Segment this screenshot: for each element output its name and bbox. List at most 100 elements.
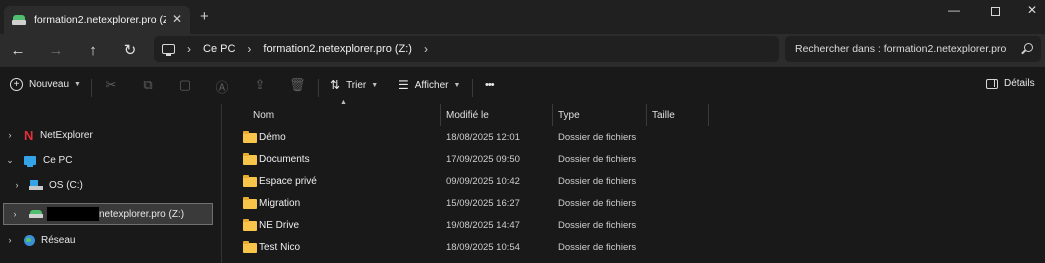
chevron-down-icon[interactable]: ⌄: [4, 155, 16, 166]
file-type: Dossier de fichiers: [558, 132, 637, 143]
details-pane-icon: [986, 78, 998, 89]
sidebar-item-ce-pc[interactable]: ⌄ Ce PC: [0, 149, 222, 171]
list-item[interactable]: NE Drive 19/08/2025 14:47 Dossier de fic…: [229, 215, 709, 237]
column-header-modified[interactable]: Modifié le: [441, 104, 553, 126]
sidebar-item-reseau[interactable]: › Réseau: [0, 229, 222, 251]
divider: [472, 79, 473, 97]
sidebar-item-netexplorer[interactable]: › N NetExplorer: [0, 124, 222, 146]
address-bar[interactable]: › Ce PC › formation2.netexplorer.pro (Z:…: [154, 36, 779, 62]
sidebar-item-os-c[interactable]: › OS (C:): [0, 174, 222, 196]
file-type: Dossier de fichiers: [558, 176, 637, 187]
column-header-type[interactable]: Type: [553, 104, 647, 126]
divider: [318, 79, 319, 97]
breadcrumb-drive[interactable]: formation2.netexplorer.pro (Z:): [263, 43, 412, 55]
navigation-pane: › N NetExplorer ⌄ Ce PC › OS (C:) › nete…: [0, 104, 222, 263]
column-header-size[interactable]: Taille: [647, 104, 709, 126]
file-modified: 17/09/2025 09:50: [446, 154, 520, 165]
file-list: ▲ Nom Modifié le Type Taille Démo 18/08/…: [229, 99, 1045, 263]
up-button[interactable]: ↑: [81, 40, 105, 60]
new-tab-button[interactable]: +: [200, 8, 209, 25]
folder-icon: [243, 241, 257, 253]
maximize-button[interactable]: [985, 3, 1005, 19]
sidebar-item-label: netexplorer.pro (Z:): [99, 208, 185, 220]
new-button[interactable]: + Nouveau ▼: [10, 78, 81, 91]
chevron-right-icon[interactable]: ›: [11, 180, 23, 190]
chevron-right-icon[interactable]: ›: [4, 130, 16, 140]
close-window-button[interactable]: ✕: [1022, 3, 1042, 17]
folder-icon: [243, 175, 257, 187]
close-tab-icon[interactable]: ✕: [172, 12, 182, 26]
pc-icon: [24, 155, 36, 167]
file-name: Migration: [259, 198, 301, 209]
details-button[interactable]: Détails: [986, 78, 1035, 89]
delete-icon[interactable]: 🗑: [289, 77, 306, 93]
list-item[interactable]: Espace privé 09/09/2025 10:42 Dossier de…: [229, 171, 709, 193]
plus-circle-icon: +: [10, 78, 23, 91]
view-list-icon: ☰: [398, 78, 409, 92]
search-icon: [1024, 43, 1033, 52]
file-name: Démo: [259, 132, 286, 143]
sort-button[interactable]: ⇅ Trier ▼: [330, 78, 378, 92]
search-box[interactable]: Rechercher dans : formation2.netexplorer…: [785, 36, 1041, 62]
file-type: Dossier de fichiers: [558, 198, 637, 209]
file-modified: 18/09/2025 10:54: [446, 242, 520, 253]
rename-icon[interactable]: Ⓐ: [214, 77, 230, 96]
netexplorer-icon: N: [24, 127, 34, 143]
redacted-text: [47, 207, 99, 221]
details-label: Détails: [1004, 78, 1035, 89]
divider: [91, 79, 92, 97]
sidebar-item-label: Réseau: [41, 234, 76, 246]
view-label: Afficher: [414, 79, 449, 91]
forward-button[interactable]: →: [44, 40, 68, 60]
chevron-right-icon[interactable]: ›: [247, 42, 251, 56]
cut-icon[interactable]: ✂: [103, 77, 119, 93]
share-icon[interactable]: ⇪: [252, 77, 268, 93]
sidebar-item-label: Ce PC: [43, 154, 73, 166]
file-modified: 09/09/2025 10:42: [446, 176, 520, 187]
maximize-icon: [990, 7, 1000, 16]
network-drive-icon: [29, 209, 43, 219]
list-item[interactable]: Démo 18/08/2025 12:01 Dossier de fichier…: [229, 127, 709, 149]
file-name: NE Drive: [259, 220, 300, 231]
back-button[interactable]: ←: [6, 40, 30, 60]
chevron-down-icon: ▼: [453, 81, 461, 89]
list-item[interactable]: Migration 15/09/2025 16:27 Dossier de fi…: [229, 193, 709, 215]
file-modified: 19/08/2025 14:47: [446, 220, 520, 231]
tab-title: formation2.netexplorer.pro (Z:): [34, 14, 166, 26]
chevron-right-icon[interactable]: ›: [4, 235, 16, 245]
file-name: Espace privé: [259, 176, 317, 187]
sidebar-item-network-drive[interactable]: › netexplorer.pro (Z:): [3, 203, 213, 225]
breadcrumb-ce-pc[interactable]: Ce PC: [203, 43, 235, 55]
list-item[interactable]: Test Nico 18/09/2025 10:54 Dossier de fi…: [229, 237, 709, 259]
folder-icon: [243, 219, 257, 231]
chevron-right-icon[interactable]: ›: [424, 42, 428, 56]
file-modified: 15/09/2025 16:27: [446, 198, 520, 209]
sort-icon: ⇅: [330, 78, 341, 92]
file-type: Dossier de fichiers: [558, 154, 637, 165]
title-bar: formation2.netexplorer.pro (Z:) ✕ + — ✕: [0, 0, 1045, 34]
file-type: Dossier de fichiers: [558, 220, 637, 231]
sidebar-item-label: OS (C:): [49, 179, 83, 191]
tab-current[interactable]: formation2.netexplorer.pro (Z:) ✕: [4, 6, 190, 34]
more-options-button[interactable]: •••: [485, 79, 495, 91]
file-modified: 18/08/2025 12:01: [446, 132, 520, 143]
paste-icon[interactable]: ▢: [177, 77, 193, 93]
chevron-down-icon: ▼: [74, 81, 81, 88]
file-name: Test Nico: [259, 242, 301, 253]
os-drive-icon: [29, 180, 43, 190]
list-item[interactable]: Documents 17/09/2025 09:50 Dossier de fi…: [229, 149, 709, 171]
folder-icon: [243, 131, 257, 143]
navigation-bar: ← → ↑ ↻ › Ce PC › formation2.netexplorer…: [0, 34, 1045, 66]
network-icon: [24, 234, 35, 246]
chevron-down-icon: ▼: [371, 81, 379, 89]
sidebar-item-label: NetExplorer: [40, 129, 93, 141]
copy-icon[interactable]: ⧉: [140, 77, 156, 93]
view-button[interactable]: ☰ Afficher ▼: [398, 78, 460, 92]
column-header-name[interactable]: Nom: [248, 104, 441, 126]
search-input[interactable]: Rechercher dans : formation2.netexplorer…: [795, 43, 1015, 55]
minimize-button[interactable]: —: [944, 3, 964, 17]
pc-icon: [162, 44, 175, 56]
chevron-right-icon[interactable]: ›: [9, 209, 21, 219]
new-label: Nouveau: [29, 79, 70, 90]
refresh-button[interactable]: ↻: [118, 40, 142, 60]
